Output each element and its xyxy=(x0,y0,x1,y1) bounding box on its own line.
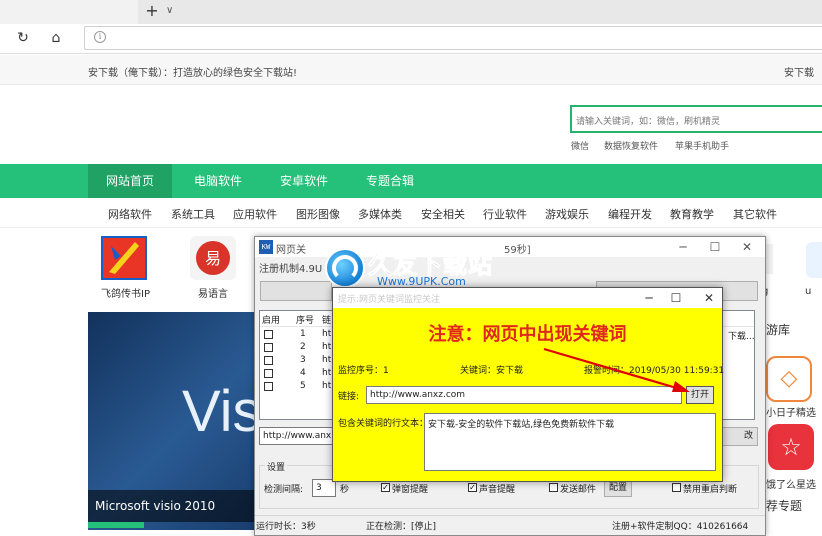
nav-item-android[interactable]: 安卓软件 xyxy=(266,164,342,198)
side-app-label[interactable]: u xyxy=(805,286,811,297)
side-app-label[interactable]: 小日子精选 xyxy=(766,404,816,419)
settings-title: 设置 xyxy=(265,460,288,473)
interval-unit: 秒 xyxy=(340,485,350,495)
feige-app-icon[interactable] xyxy=(101,236,147,280)
column-header-link[interactable]: 链 xyxy=(322,313,331,326)
row-url: ht xyxy=(322,381,332,391)
yiyuyan-app-icon[interactable]: 易 xyxy=(190,236,236,280)
svg-text:易: 易 xyxy=(205,249,221,268)
popup-alert-label[interactable]: 弹窗提醒 xyxy=(392,482,428,495)
row-seq: 5 xyxy=(300,381,306,391)
dialog-minimize-icon[interactable]: ─ xyxy=(637,289,661,307)
nav-item-pc-software[interactable]: 电脑软件 xyxy=(180,164,256,198)
close-icon[interactable]: ✕ xyxy=(735,238,759,256)
hot-word-link[interactable]: 苹果手机助手 xyxy=(675,139,729,152)
sub-nav-item[interactable]: 游戏娱乐 xyxy=(545,206,589,222)
sub-nav-item[interactable]: 多媒体类 xyxy=(358,206,402,222)
row-seq: 2 xyxy=(300,342,306,352)
status-detect: 正在检测：[停止] xyxy=(366,522,437,532)
sub-nav-item[interactable]: 编程开发 xyxy=(608,206,652,222)
nav-item-topics[interactable]: 专题合辑 xyxy=(352,164,428,198)
sub-nav-item[interactable]: 系统工具 xyxy=(171,206,215,222)
row-checkbox[interactable] xyxy=(264,369,273,378)
dialog-close-icon[interactable]: ✕ xyxy=(697,289,721,307)
row-seq: 1 xyxy=(300,329,306,339)
annotation-arrow-icon xyxy=(543,347,690,392)
dialog-title: 提示:网页关键词监控关注 xyxy=(338,295,441,305)
minimize-icon[interactable]: ─ xyxy=(671,238,695,256)
status-runtime: 运行时长：3秒 xyxy=(256,522,316,532)
sub-nav-item[interactable]: 安全相关 xyxy=(421,206,465,222)
section-title: 游库 xyxy=(766,323,791,337)
banner-caption[interactable]: Microsoft visio 2010 xyxy=(95,499,215,513)
row-url: ht xyxy=(322,342,332,352)
column-header-enable[interactable]: 启用 xyxy=(262,313,280,326)
config-button[interactable]: 配置 xyxy=(604,480,632,497)
watermark-ring-icon xyxy=(332,255,358,281)
send-mail-checkbox[interactable] xyxy=(549,483,558,492)
app-label[interactable]: 易语言 xyxy=(198,285,228,300)
alert-heading: 注意：网页中出现关键词 xyxy=(428,324,627,345)
sub-nav-item[interactable]: 图形图像 xyxy=(296,206,340,222)
toolbar-button[interactable] xyxy=(260,281,332,301)
row-seq: 3 xyxy=(300,355,306,365)
row-checkbox[interactable] xyxy=(264,356,273,365)
nav-item-home[interactable]: 网站首页 xyxy=(88,164,172,198)
new-tab-button[interactable]: + xyxy=(142,2,162,20)
sub-nav-item[interactable]: 应用软件 xyxy=(233,206,277,222)
sub-nav-item[interactable]: 其它软件 xyxy=(733,206,777,222)
sound-alert-checkbox[interactable]: ✓ xyxy=(468,483,477,492)
row-seq: 4 xyxy=(300,368,306,378)
address-bar[interactable] xyxy=(84,26,822,50)
row-keyword: 下载... xyxy=(728,332,755,342)
reload-icon[interactable]: ↻ xyxy=(14,29,32,47)
status-contact: 注册+软件定制QQ：410261664 xyxy=(612,522,749,532)
disable-restart-checkbox[interactable] xyxy=(672,483,681,492)
sound-alert-label[interactable]: 声音提醒 xyxy=(479,482,515,495)
side-app-icon[interactable] xyxy=(806,242,822,278)
row-checkbox[interactable] xyxy=(264,343,273,352)
tab-menu-chevron-icon[interactable]: ∨ xyxy=(166,3,180,19)
side-app-label[interactable]: 饿了么星选 xyxy=(766,476,816,491)
row-checkbox[interactable] xyxy=(264,330,273,339)
home-icon[interactable]: ⌂ xyxy=(47,29,65,47)
eleme-app-icon[interactable]: ☆ xyxy=(768,424,814,470)
interval-label: 检测间隔: xyxy=(264,485,304,495)
site-slogan: 安下载（俺下载）：打造放心的绿色安全下载站! xyxy=(88,68,298,79)
disable-restart-label[interactable]: 禁用重启判断 xyxy=(683,482,737,495)
top-right-link[interactable]: 安下载 xyxy=(784,64,814,79)
site-info-icon[interactable]: i xyxy=(94,31,106,43)
banner-indicator xyxy=(88,522,144,528)
popup-alert-checkbox[interactable]: ✓ xyxy=(381,483,390,492)
app-logo-icon: KW xyxy=(259,240,273,254)
row-checkbox[interactable] xyxy=(264,382,273,391)
matched-keyword: 关键词：安下载 xyxy=(460,366,524,376)
dialog-maximize-icon[interactable]: ☐ xyxy=(664,289,688,307)
link-label: 链接: xyxy=(338,392,360,402)
line-text-label: 包含关键词的行文本： xyxy=(338,419,429,429)
section-title: 荐专题 xyxy=(766,499,803,513)
row-url: ht xyxy=(322,355,332,365)
hot-word-link[interactable]: 数据恢复软件 xyxy=(604,139,658,152)
xiaorizi-app-icon[interactable]: ◇ xyxy=(766,356,812,402)
hot-word-link[interactable]: 微信 xyxy=(571,139,589,152)
row-url: ht xyxy=(322,368,332,378)
window-title: 网页关 xyxy=(276,245,306,256)
line-text-field[interactable]: 安下载-安全的软件下载站,绿色免费新软件下载 xyxy=(424,413,716,471)
app-label[interactable]: 飞鸽传书IP xyxy=(101,285,150,300)
maximize-icon[interactable]: ☐ xyxy=(703,238,727,256)
sub-nav-item[interactable]: 网络软件 xyxy=(108,206,152,222)
window-timer: 59秒] xyxy=(504,245,531,256)
modify-button[interactable]: 改 xyxy=(720,427,758,446)
sub-nav-item[interactable]: 教育教学 xyxy=(670,206,714,222)
registration-text: 注册机制4.9U xyxy=(259,264,323,275)
row-url: ht xyxy=(322,329,332,339)
sub-nav-item[interactable]: 行业软件 xyxy=(483,206,527,222)
search-placeholder: 请输入关键词，如：微信，刷机精灵 xyxy=(576,117,721,127)
column-header-seq[interactable]: 序号 xyxy=(296,313,314,326)
monitor-number: 监控序号：1 xyxy=(338,366,389,376)
send-mail-label[interactable]: 发送邮件 xyxy=(560,482,596,495)
active-tab[interactable] xyxy=(0,0,138,24)
url-input[interactable]: http://www.anx xyxy=(259,427,335,445)
